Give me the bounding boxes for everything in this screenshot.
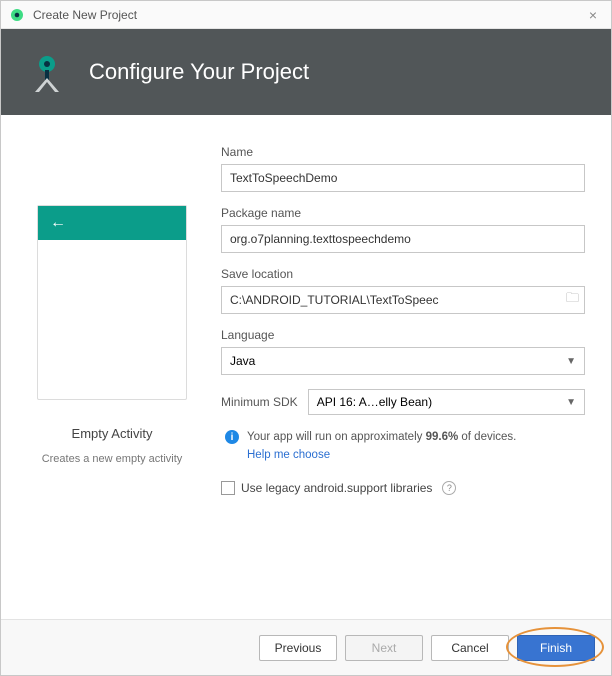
language-label: Language — [221, 328, 585, 342]
language-value: Java — [230, 354, 255, 368]
header-title: Configure Your Project — [89, 59, 309, 85]
minsdk-select[interactable]: API 16: A…elly Bean) ▼ — [308, 389, 585, 415]
name-label: Name — [221, 145, 585, 159]
dialog-window: Create New Project × Configure Your Proj… — [0, 0, 612, 676]
save-input[interactable] — [221, 286, 585, 314]
browse-folder-icon[interactable]: 🗀 — [566, 289, 579, 311]
package-label: Package name — [221, 206, 585, 220]
help-icon[interactable]: ? — [442, 481, 456, 495]
info-text: Your app will run on approximately 99.6%… — [247, 429, 516, 463]
phone-preview: ← — [37, 205, 187, 400]
legacy-checkbox[interactable] — [221, 481, 235, 495]
previous-button[interactable]: Previous — [259, 635, 337, 661]
close-icon[interactable]: × — [583, 7, 603, 23]
dialog-footer: Previous Next Cancel Finish — [1, 619, 611, 675]
name-input[interactable] — [221, 164, 585, 192]
package-input[interactable] — [221, 225, 585, 253]
android-project-icon — [25, 50, 69, 94]
info-icon: i — [225, 430, 239, 444]
legacy-support-row: Use legacy android.support libraries ? — [221, 481, 585, 495]
titlebar[interactable]: Create New Project × — [1, 1, 611, 29]
dialog-header: Configure Your Project — [1, 29, 611, 115]
template-preview-pane: ← Empty Activity Creates a new empty act… — [27, 145, 197, 609]
minsdk-row: Minimum SDK API 16: A…elly Bean) ▼ — [221, 389, 585, 415]
window-title: Create New Project — [33, 8, 137, 22]
dialog-body: ← Empty Activity Creates a new empty act… — [1, 115, 611, 619]
chevron-down-icon: ▼ — [566, 397, 576, 408]
template-description: Creates a new empty activity — [42, 453, 183, 465]
back-arrow-icon: ← — [50, 214, 66, 232]
language-field-group: Language Java ▼ — [221, 328, 585, 375]
phone-appbar: ← — [38, 206, 186, 240]
save-field-group: Save location 🗀 — [221, 267, 585, 314]
minsdk-value: API 16: A…elly Bean) — [317, 395, 432, 409]
legacy-label: Use legacy android.support libraries — [241, 481, 432, 495]
cancel-button[interactable]: Cancel — [431, 635, 509, 661]
coverage-percent: 99.6% — [426, 431, 459, 443]
template-title: Empty Activity — [72, 426, 153, 441]
name-field-group: Name — [221, 145, 585, 192]
device-coverage-info: i Your app will run on approximately 99.… — [221, 429, 585, 463]
package-field-group: Package name — [221, 206, 585, 253]
help-me-choose-link[interactable]: Help me choose — [247, 447, 516, 463]
next-button: Next — [345, 635, 423, 661]
finish-button[interactable]: Finish — [517, 635, 595, 661]
save-label: Save location — [221, 267, 585, 281]
minsdk-label: Minimum SDK — [221, 395, 298, 409]
form-pane: Name Package name Save location 🗀 Langua… — [221, 145, 585, 609]
android-studio-icon — [9, 7, 25, 23]
chevron-down-icon: ▼ — [566, 356, 576, 367]
language-select[interactable]: Java ▼ — [221, 347, 585, 375]
